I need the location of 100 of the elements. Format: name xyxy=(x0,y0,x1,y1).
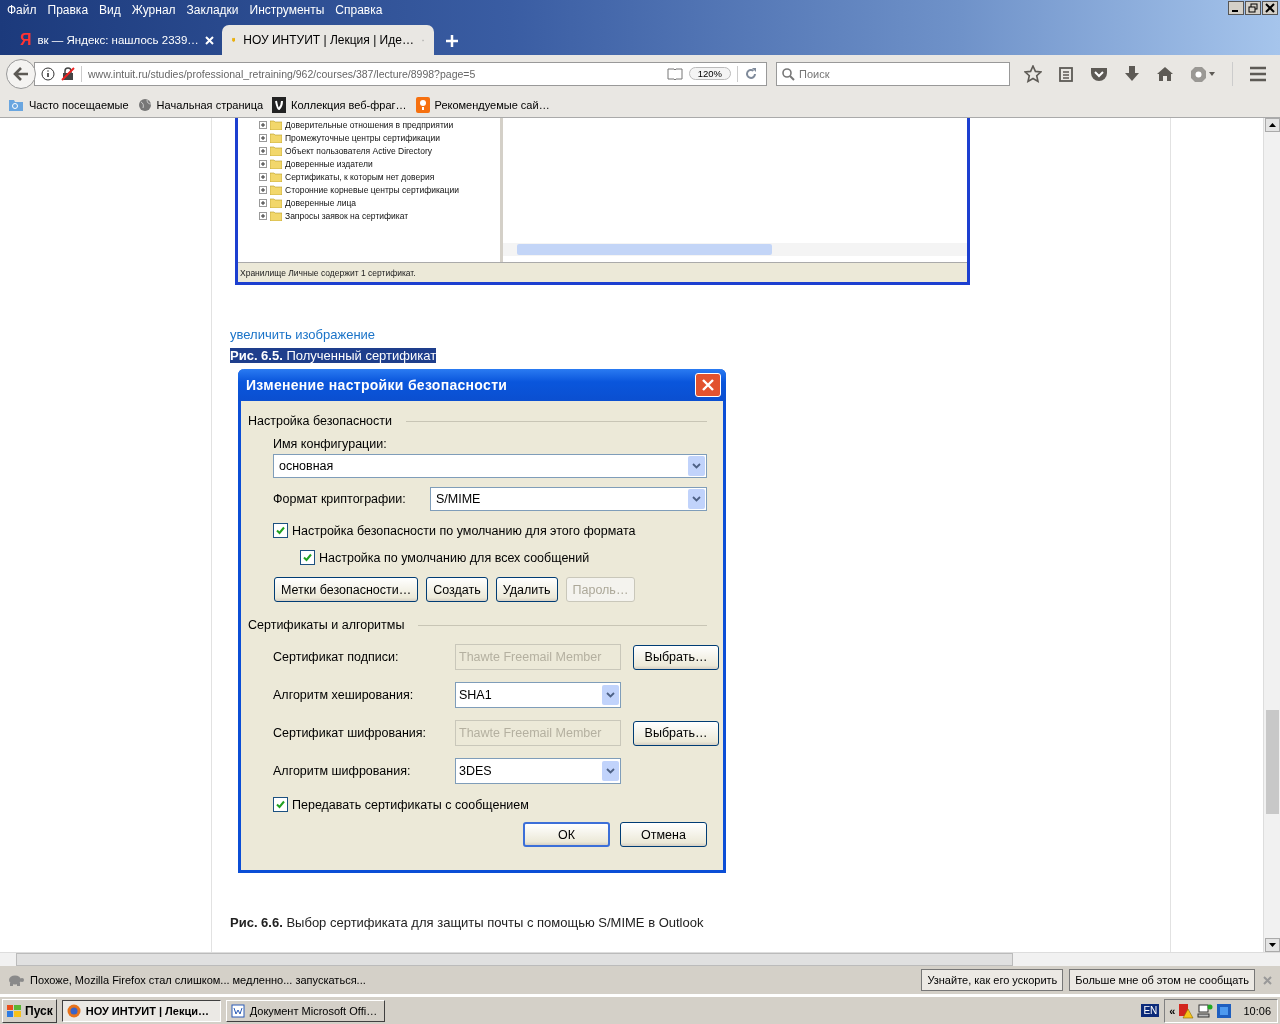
dropdown[interactable]: основная xyxy=(273,454,707,478)
dropdown[interactable]: SHA1 xyxy=(455,682,621,708)
pocket-icon[interactable] xyxy=(1090,65,1108,82)
back-arrow-icon[interactable] xyxy=(13,66,29,81)
menu-item[interactable]: Журнал xyxy=(126,3,182,17)
expand-icon[interactable] xyxy=(259,185,267,194)
taskbar-button[interactable]: НОУ ИНТУИТ | Лекци… xyxy=(61,999,221,1022)
checkbox[interactable] xyxy=(300,550,315,565)
up-arrow-icon[interactable] xyxy=(1268,123,1276,127)
expand-icon[interactable] xyxy=(259,146,267,155)
expand-icon[interactable] xyxy=(259,198,267,207)
bookmark-item[interactable]: Коллекция веб-фраг… xyxy=(272,96,407,113)
field-label: Сертификат шифрования: xyxy=(273,726,428,740)
browser-icon xyxy=(66,1003,81,1018)
new-tab-icon[interactable] xyxy=(446,35,458,47)
expand-icon[interactable] xyxy=(259,159,267,168)
expand-icon[interactable] xyxy=(259,133,267,142)
expand-icon[interactable] xyxy=(259,172,267,181)
star-icon[interactable] xyxy=(1024,64,1042,83)
start-button[interactable]: Пуск xyxy=(2,998,57,1023)
menu-item[interactable]: Инструменты xyxy=(244,3,331,17)
figure-caption: Рис. 6.5. Полученный сертификат xyxy=(230,348,437,363)
checkbox-label[interactable]: Передавать сертификаты с сообщением xyxy=(292,797,529,812)
search-field[interactable]: Поиск xyxy=(776,61,1010,86)
home-icon[interactable] xyxy=(1156,65,1174,82)
text-field: Thawte Freemail Member xyxy=(455,720,621,746)
section-heading: Сертификаты и алгоритмы xyxy=(248,618,405,632)
field-label: Имя конфигурации: xyxy=(273,437,388,451)
tree-item[interactable]: Доверенные лица xyxy=(285,197,357,208)
section-heading: Настройка безопасности xyxy=(248,414,393,428)
browser-tab[interactable]: НОУ ИНТУИТ | Лекция | Иде… xyxy=(222,25,434,55)
enlarge-image-link[interactable]: увеличить изображение xyxy=(230,325,376,345)
crossed-lock-icon[interactable] xyxy=(61,66,75,81)
folder-icon xyxy=(270,132,282,143)
tree-item[interactable]: Запросы заявок на сертификат xyxy=(285,210,409,221)
menu-item[interactable]: Справка xyxy=(330,3,389,17)
cancel-button[interactable]: Отмена xyxy=(620,822,707,847)
checkbox-label[interactable]: Настройка безопасности по умолчанию для этого формата xyxy=(292,523,636,538)
down-arrow-icon[interactable] xyxy=(1268,943,1276,947)
tree-item[interactable]: Сторонние корневые центры сертификации xyxy=(285,184,459,195)
taskbar-button[interactable]: Документ Microsoft Offi… xyxy=(225,999,385,1022)
browser-tab[interactable]: Я вк — Яндекс: нашлось 2339… xyxy=(0,25,222,55)
scrollbar-thumb[interactable] xyxy=(16,953,1013,966)
adblock-icon[interactable] xyxy=(1190,65,1216,82)
folder-icon xyxy=(270,145,282,156)
zoom-indicator[interactable]: 120% xyxy=(688,67,731,80)
ok-button[interactable]: ОК xyxy=(523,822,610,847)
checkbox-label[interactable]: Настройка по умолчанию для всех сообщений xyxy=(319,550,590,565)
address-bar[interactable]: www.intuit.ru/studies/professional_retraining/962/courses/387/lecture/8998?page=5 120% xyxy=(34,61,767,86)
tree-item[interactable]: Доверенные издатели xyxy=(285,158,373,169)
bookmark-item[interactable]: Начальная страница xyxy=(137,97,264,112)
folder-icon xyxy=(270,210,282,221)
dialog-button[interactable]: Метки безопасности… xyxy=(274,577,419,602)
field-label: Алгоритм шифрования: xyxy=(273,764,412,778)
app-icon[interactable] xyxy=(1216,1002,1233,1019)
dropdown[interactable]: S/MIME xyxy=(430,487,707,511)
notification-button[interactable]: Больше мне об этом не сообщать xyxy=(1069,969,1255,991)
tree-item[interactable]: Доверительные отношения в предприятии xyxy=(285,119,454,130)
list-icon[interactable] xyxy=(1058,65,1074,82)
bookmark-item[interactable]: Рекомендуемые сай… xyxy=(415,96,550,113)
reload-icon[interactable] xyxy=(744,66,758,81)
notification-button[interactable]: Узнайте, как его ускорить xyxy=(921,969,1064,991)
language-indicator[interactable]: EN xyxy=(1141,1004,1160,1017)
network-icon[interactable] xyxy=(1197,1002,1214,1019)
field-label: Сертификат подписи: xyxy=(273,650,400,664)
tree-item[interactable]: Сертификаты, к которым нет доверия xyxy=(285,171,435,182)
scrollbar-thumb[interactable] xyxy=(517,244,772,255)
field-label: Алгоритм хеширования: xyxy=(273,688,415,702)
back-button[interactable] xyxy=(6,58,36,89)
menu-item[interactable]: Файл xyxy=(2,3,43,17)
dialog-button[interactable]: Удалить xyxy=(495,577,558,602)
turtle-icon xyxy=(7,974,24,986)
folder-icon xyxy=(270,197,282,208)
tree-item[interactable]: Промежуточные центры сертификации xyxy=(285,132,440,143)
horizontal-scrollbar[interactable] xyxy=(503,243,967,256)
bookmark-item[interactable]: Часто посещаемые xyxy=(8,97,129,112)
scrollbar-thumb[interactable] xyxy=(1265,710,1279,814)
folder-icon xyxy=(270,158,282,169)
menu-icon[interactable] xyxy=(1249,65,1267,82)
checkbox[interactable] xyxy=(273,523,288,538)
download-icon[interactable] xyxy=(1124,65,1140,82)
menu-item[interactable]: Вид xyxy=(94,3,127,17)
warning-icon[interactable] xyxy=(1178,1002,1195,1019)
expand-icon[interactable] xyxy=(259,120,267,129)
menu-item[interactable]: Правка xyxy=(42,3,95,17)
info-icon[interactable] xyxy=(41,66,55,81)
tray-expand-button[interactable]: « xyxy=(1169,1004,1176,1017)
expand-icon[interactable] xyxy=(259,211,267,220)
minimize-icon[interactable] xyxy=(1228,1,1244,15)
figure-caption: Рис. 6.6. Выбор сертификата для защиты почты с помощью S/MIME в Outlook xyxy=(230,915,704,930)
dropdown[interactable]: 3DES xyxy=(455,758,621,784)
dialog-button[interactable]: Создать xyxy=(426,577,488,602)
menu-item[interactable]: Закладки xyxy=(181,3,245,17)
vertical-scrollbar[interactable] xyxy=(1263,118,1280,952)
restore-icon[interactable] xyxy=(1245,1,1261,15)
reader-view-icon[interactable] xyxy=(666,67,683,80)
tree-item[interactable]: Объект пользователя Active Directory xyxy=(285,145,432,156)
checkbox[interactable] xyxy=(273,797,288,812)
document-icon xyxy=(230,1003,245,1018)
close-button[interactable] xyxy=(695,373,721,397)
